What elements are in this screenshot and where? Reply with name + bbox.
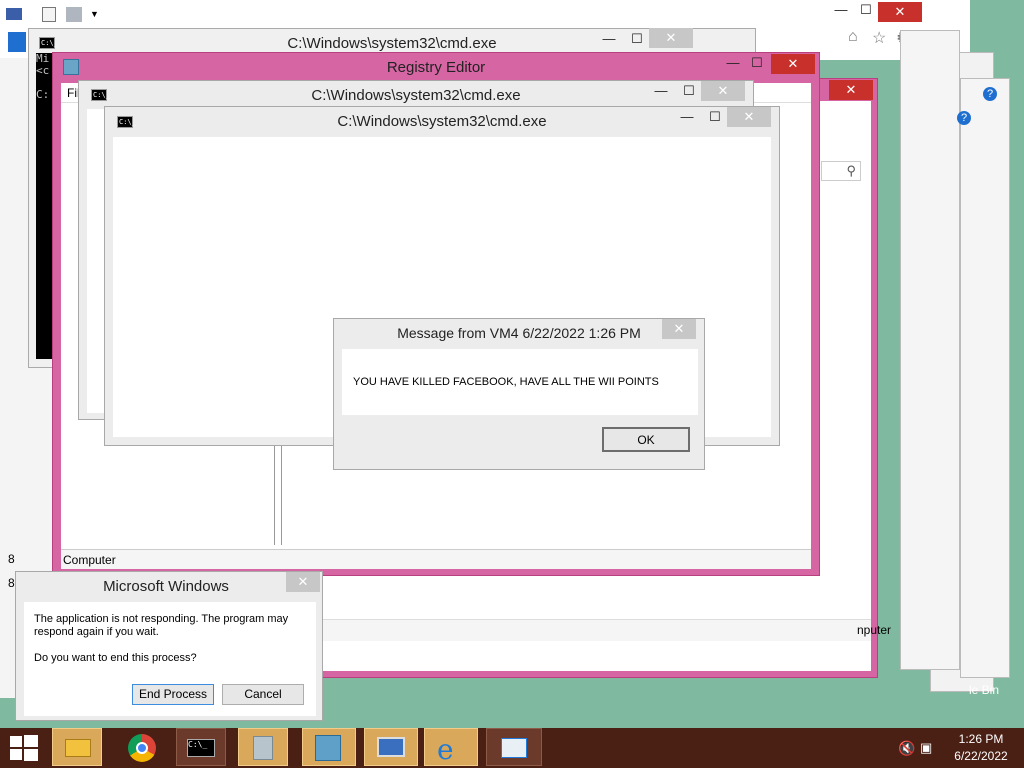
message-body-area: YOU HAVE KILLED FACEBOOK, HAVE ALL THE W… bbox=[342, 349, 698, 415]
not-responding-close-button[interactable]: ✕ bbox=[286, 572, 320, 592]
not-responding-dialog: Microsoft Windows ✕ The application is n… bbox=[15, 571, 323, 721]
registry-title: Registry Editor bbox=[386, 59, 486, 76]
pink-back-close-button[interactable]: ✕ bbox=[829, 80, 873, 100]
file-explorer-icon[interactable] bbox=[52, 728, 102, 766]
status-8a: 8 bbox=[8, 552, 15, 566]
registry-editor-icon[interactable] bbox=[302, 728, 356, 766]
cmd-front-minimize[interactable]: — bbox=[677, 109, 697, 124]
message-title: Message from VM4 6/22/2022 1:26 PM bbox=[397, 325, 641, 341]
computer-partial-label: nputer bbox=[857, 623, 892, 637]
clock[interactable]: 1:26 PM 6/22/2022 bbox=[946, 732, 1016, 763]
quick-access-toolbar: ▼ bbox=[6, 6, 102, 24]
cmd-mid-close[interactable]: ✕ bbox=[701, 81, 745, 101]
cmd-mid-maximize[interactable]: ☐ bbox=[679, 83, 699, 99]
folder-icon[interactable] bbox=[66, 7, 82, 22]
search-icon[interactable]: ⚲ bbox=[846, 163, 856, 179]
cmd-front-close[interactable]: ✕ bbox=[727, 107, 771, 127]
recycle-bin-label: le Bin bbox=[969, 683, 1000, 697]
browser-maximize-button[interactable]: ☐ bbox=[856, 2, 876, 18]
new-doc-icon[interactable] bbox=[42, 7, 56, 22]
home-icon[interactable]: ⌂ bbox=[848, 28, 858, 46]
search-box[interactable]: ⚲ bbox=[821, 161, 861, 181]
properties-icon[interactable] bbox=[6, 8, 22, 20]
registry-status-text: Computer bbox=[63, 553, 116, 567]
help-icon[interactable]: ? bbox=[957, 111, 971, 125]
message-dialog: Message from VM4 6/22/2022 1:26 PM ✕ YOU… bbox=[333, 318, 705, 470]
ok-button[interactable]: OK bbox=[602, 427, 690, 452]
dropdown-icon[interactable]: ▼ bbox=[90, 9, 99, 19]
not-responding-body: The application is not responding. The p… bbox=[24, 602, 316, 716]
internet-explorer-icon[interactable]: e bbox=[424, 728, 478, 766]
cmd-mid-minimize[interactable]: — bbox=[651, 83, 671, 98]
cmd-back-minimize[interactable]: — bbox=[599, 31, 619, 46]
registry-minimize-button[interactable]: — bbox=[721, 55, 745, 70]
cancel-button[interactable]: Cancel bbox=[222, 684, 304, 705]
browser-close-button[interactable]: ✕ bbox=[878, 2, 922, 22]
end-process-question: Do you want to end this process? bbox=[34, 652, 197, 664]
message-close-button[interactable]: ✕ bbox=[662, 319, 696, 339]
clock-date: 6/22/2022 bbox=[954, 749, 1008, 763]
pink-back-status: nputer bbox=[321, 619, 891, 641]
browser-minimize-button[interactable]: — bbox=[826, 2, 856, 17]
blue-strip bbox=[8, 32, 26, 52]
registry-close-button[interactable]: ✕ bbox=[771, 54, 815, 74]
registry-maximize-button[interactable]: ☐ bbox=[745, 55, 769, 71]
end-process-button[interactable]: End Process bbox=[132, 684, 214, 705]
favorites-icon[interactable]: ☆ bbox=[872, 28, 886, 48]
help-icon[interactable]: ? bbox=[983, 87, 997, 101]
cmd-taskbar-icon[interactable]: C:\_ bbox=[176, 728, 226, 766]
cmd-back-maximize[interactable]: ☐ bbox=[627, 31, 647, 47]
not-responding-title: Microsoft Windows bbox=[103, 578, 229, 595]
taskbar: C:\_ e 🔇 ▣ 1:26 PM 6/22/2022 bbox=[0, 728, 1024, 768]
chrome-icon[interactable] bbox=[118, 728, 168, 766]
registry-status-bar: Computer bbox=[61, 549, 811, 569]
right-window-4: ? ? le Bin bbox=[957, 78, 1010, 697]
not-responding-message: The application is not responding. The p… bbox=[34, 613, 289, 638]
right-window-2 bbox=[900, 30, 960, 670]
clock-time: 1:26 PM bbox=[958, 732, 1004, 746]
network-icon[interactable]: ▣ bbox=[920, 740, 932, 756]
cmd-back-close[interactable]: ✕ bbox=[649, 28, 693, 48]
volume-muted-icon[interactable]: 🔇 bbox=[898, 740, 915, 757]
calculator-icon[interactable] bbox=[238, 728, 288, 766]
windows-start-icon[interactable] bbox=[10, 735, 38, 761]
cmd-front-maximize[interactable]: ☐ bbox=[705, 109, 725, 125]
window-app-icon[interactable] bbox=[486, 728, 542, 766]
remote-desktop-icon[interactable] bbox=[364, 728, 418, 766]
message-text: YOU HAVE KILLED FACEBOOK, HAVE ALL THE W… bbox=[353, 376, 659, 388]
